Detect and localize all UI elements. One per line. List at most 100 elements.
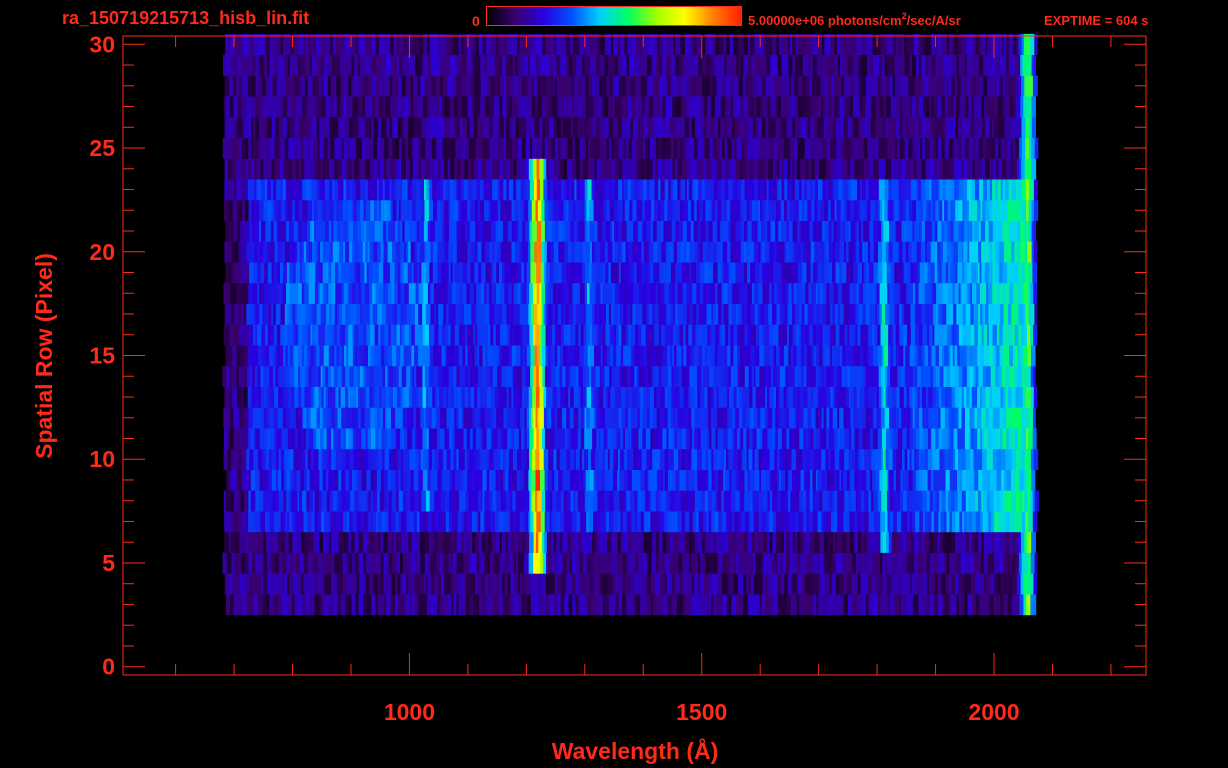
heatmap-cell xyxy=(556,448,561,470)
heatmap-cell xyxy=(616,490,620,512)
heatmap-cell xyxy=(503,407,507,429)
heatmap-cell xyxy=(718,531,722,553)
heatmap-cell xyxy=(359,303,363,325)
heatmap-cell xyxy=(717,199,722,221)
heatmap-cell xyxy=(533,511,537,533)
heatmap-cell xyxy=(333,199,338,221)
heatmap-cell xyxy=(403,531,406,553)
heatmap-cell xyxy=(927,469,932,491)
heatmap-cell xyxy=(971,573,976,595)
heatmap-cell xyxy=(854,511,858,533)
heatmap-cell xyxy=(877,303,880,325)
heatmap-cell xyxy=(335,448,339,470)
heatmap-cell xyxy=(929,594,935,616)
heatmap-cell xyxy=(269,365,274,387)
heatmap-cell xyxy=(658,282,661,304)
heatmap-cell xyxy=(561,262,567,284)
heatmap-cell xyxy=(743,282,748,304)
heatmap-cell xyxy=(864,241,869,263)
heatmap-cell xyxy=(565,531,569,553)
heatmap-cell xyxy=(387,241,393,263)
heatmap-cell xyxy=(254,241,258,263)
heatmap-cell xyxy=(288,531,293,553)
heatmap-cell xyxy=(234,220,238,242)
heatmap-cell xyxy=(574,469,579,491)
heatmap-cell xyxy=(629,365,635,387)
heatmap-cell xyxy=(818,365,822,387)
heatmap-cell xyxy=(767,573,772,595)
heatmap-cell xyxy=(326,345,330,367)
heatmap-cell xyxy=(715,303,719,325)
heatmap-cell xyxy=(971,241,977,263)
heatmap-cell xyxy=(897,365,901,387)
heatmap-cell xyxy=(441,282,446,304)
chart-plot: 1000 1500 2000051015202530 Wavelength (Å) … xyxy=(31,31,1147,764)
heatmap-cell xyxy=(732,303,737,325)
heatmap-cell xyxy=(825,573,831,595)
heatmap-cell xyxy=(669,241,675,263)
heatmap-cell xyxy=(881,490,885,512)
heatmap-cell xyxy=(734,511,739,533)
heatmap-cell xyxy=(423,282,429,304)
heatmap-cell xyxy=(404,220,410,242)
heatmap-cell xyxy=(1012,573,1018,595)
heatmap-cell xyxy=(576,511,581,533)
heatmap-cell xyxy=(571,511,577,533)
heatmap-cell xyxy=(310,282,316,304)
heatmap-cell xyxy=(236,324,241,346)
heatmap-cell xyxy=(514,428,520,450)
heatmap-cell xyxy=(640,511,645,533)
heatmap-cell xyxy=(248,552,253,574)
heatmap-cell xyxy=(581,448,585,470)
heatmap-cell xyxy=(717,345,722,367)
heatmap-cell xyxy=(727,241,731,263)
heatmap-cell xyxy=(534,594,539,616)
heatmap-cell xyxy=(647,573,652,595)
heatmap-cell xyxy=(839,573,844,595)
heatmap-cell xyxy=(958,303,963,325)
heatmap-cell xyxy=(717,490,722,512)
heatmap-cell xyxy=(800,282,806,304)
heatmap-cell xyxy=(591,365,596,387)
heatmap-cell xyxy=(364,220,367,242)
heatmap-cell xyxy=(236,220,241,242)
heatmap-cell xyxy=(422,303,427,325)
heatmap-cell xyxy=(836,573,840,595)
heatmap-cell xyxy=(434,469,438,491)
heatmap-cell xyxy=(265,365,270,387)
heatmap-cell xyxy=(751,220,756,242)
heatmap-cell xyxy=(493,428,498,450)
heatmap-cell xyxy=(414,345,419,367)
heatmap-cell xyxy=(709,241,715,263)
heatmap-cell xyxy=(636,199,641,221)
heatmap-cell xyxy=(637,490,642,512)
heatmap-cell xyxy=(286,407,291,429)
heatmap-cell xyxy=(497,428,502,450)
heatmap-cell xyxy=(242,448,247,470)
heatmap-cell xyxy=(488,573,493,595)
heatmap-cell xyxy=(1013,511,1018,533)
heatmap-cell xyxy=(323,428,327,450)
heatmap-cell xyxy=(777,469,780,491)
heatmap-cell xyxy=(964,594,968,616)
heatmap-cell xyxy=(300,407,303,429)
heatmap-cell xyxy=(223,282,228,304)
heatmap-cell xyxy=(571,365,577,387)
heatmap-cell xyxy=(237,511,242,533)
heatmap-cell xyxy=(461,511,465,533)
heatmap-cell xyxy=(530,241,535,263)
heatmap-cell xyxy=(416,199,422,221)
heatmap-cell xyxy=(846,282,850,304)
heatmap-cell xyxy=(300,262,303,284)
heatmap-cell xyxy=(669,303,674,325)
heatmap-cell xyxy=(232,345,237,367)
heatmap-cell xyxy=(691,262,697,284)
heatmap-cell xyxy=(620,428,624,450)
heatmap-cell xyxy=(719,324,723,346)
heatmap-cell xyxy=(977,407,982,429)
heatmap-cell xyxy=(465,490,469,512)
heatmap-cell xyxy=(597,573,601,595)
heatmap-cell xyxy=(1010,365,1015,387)
heatmap-cell xyxy=(238,241,243,263)
heatmap-cell xyxy=(683,199,689,221)
